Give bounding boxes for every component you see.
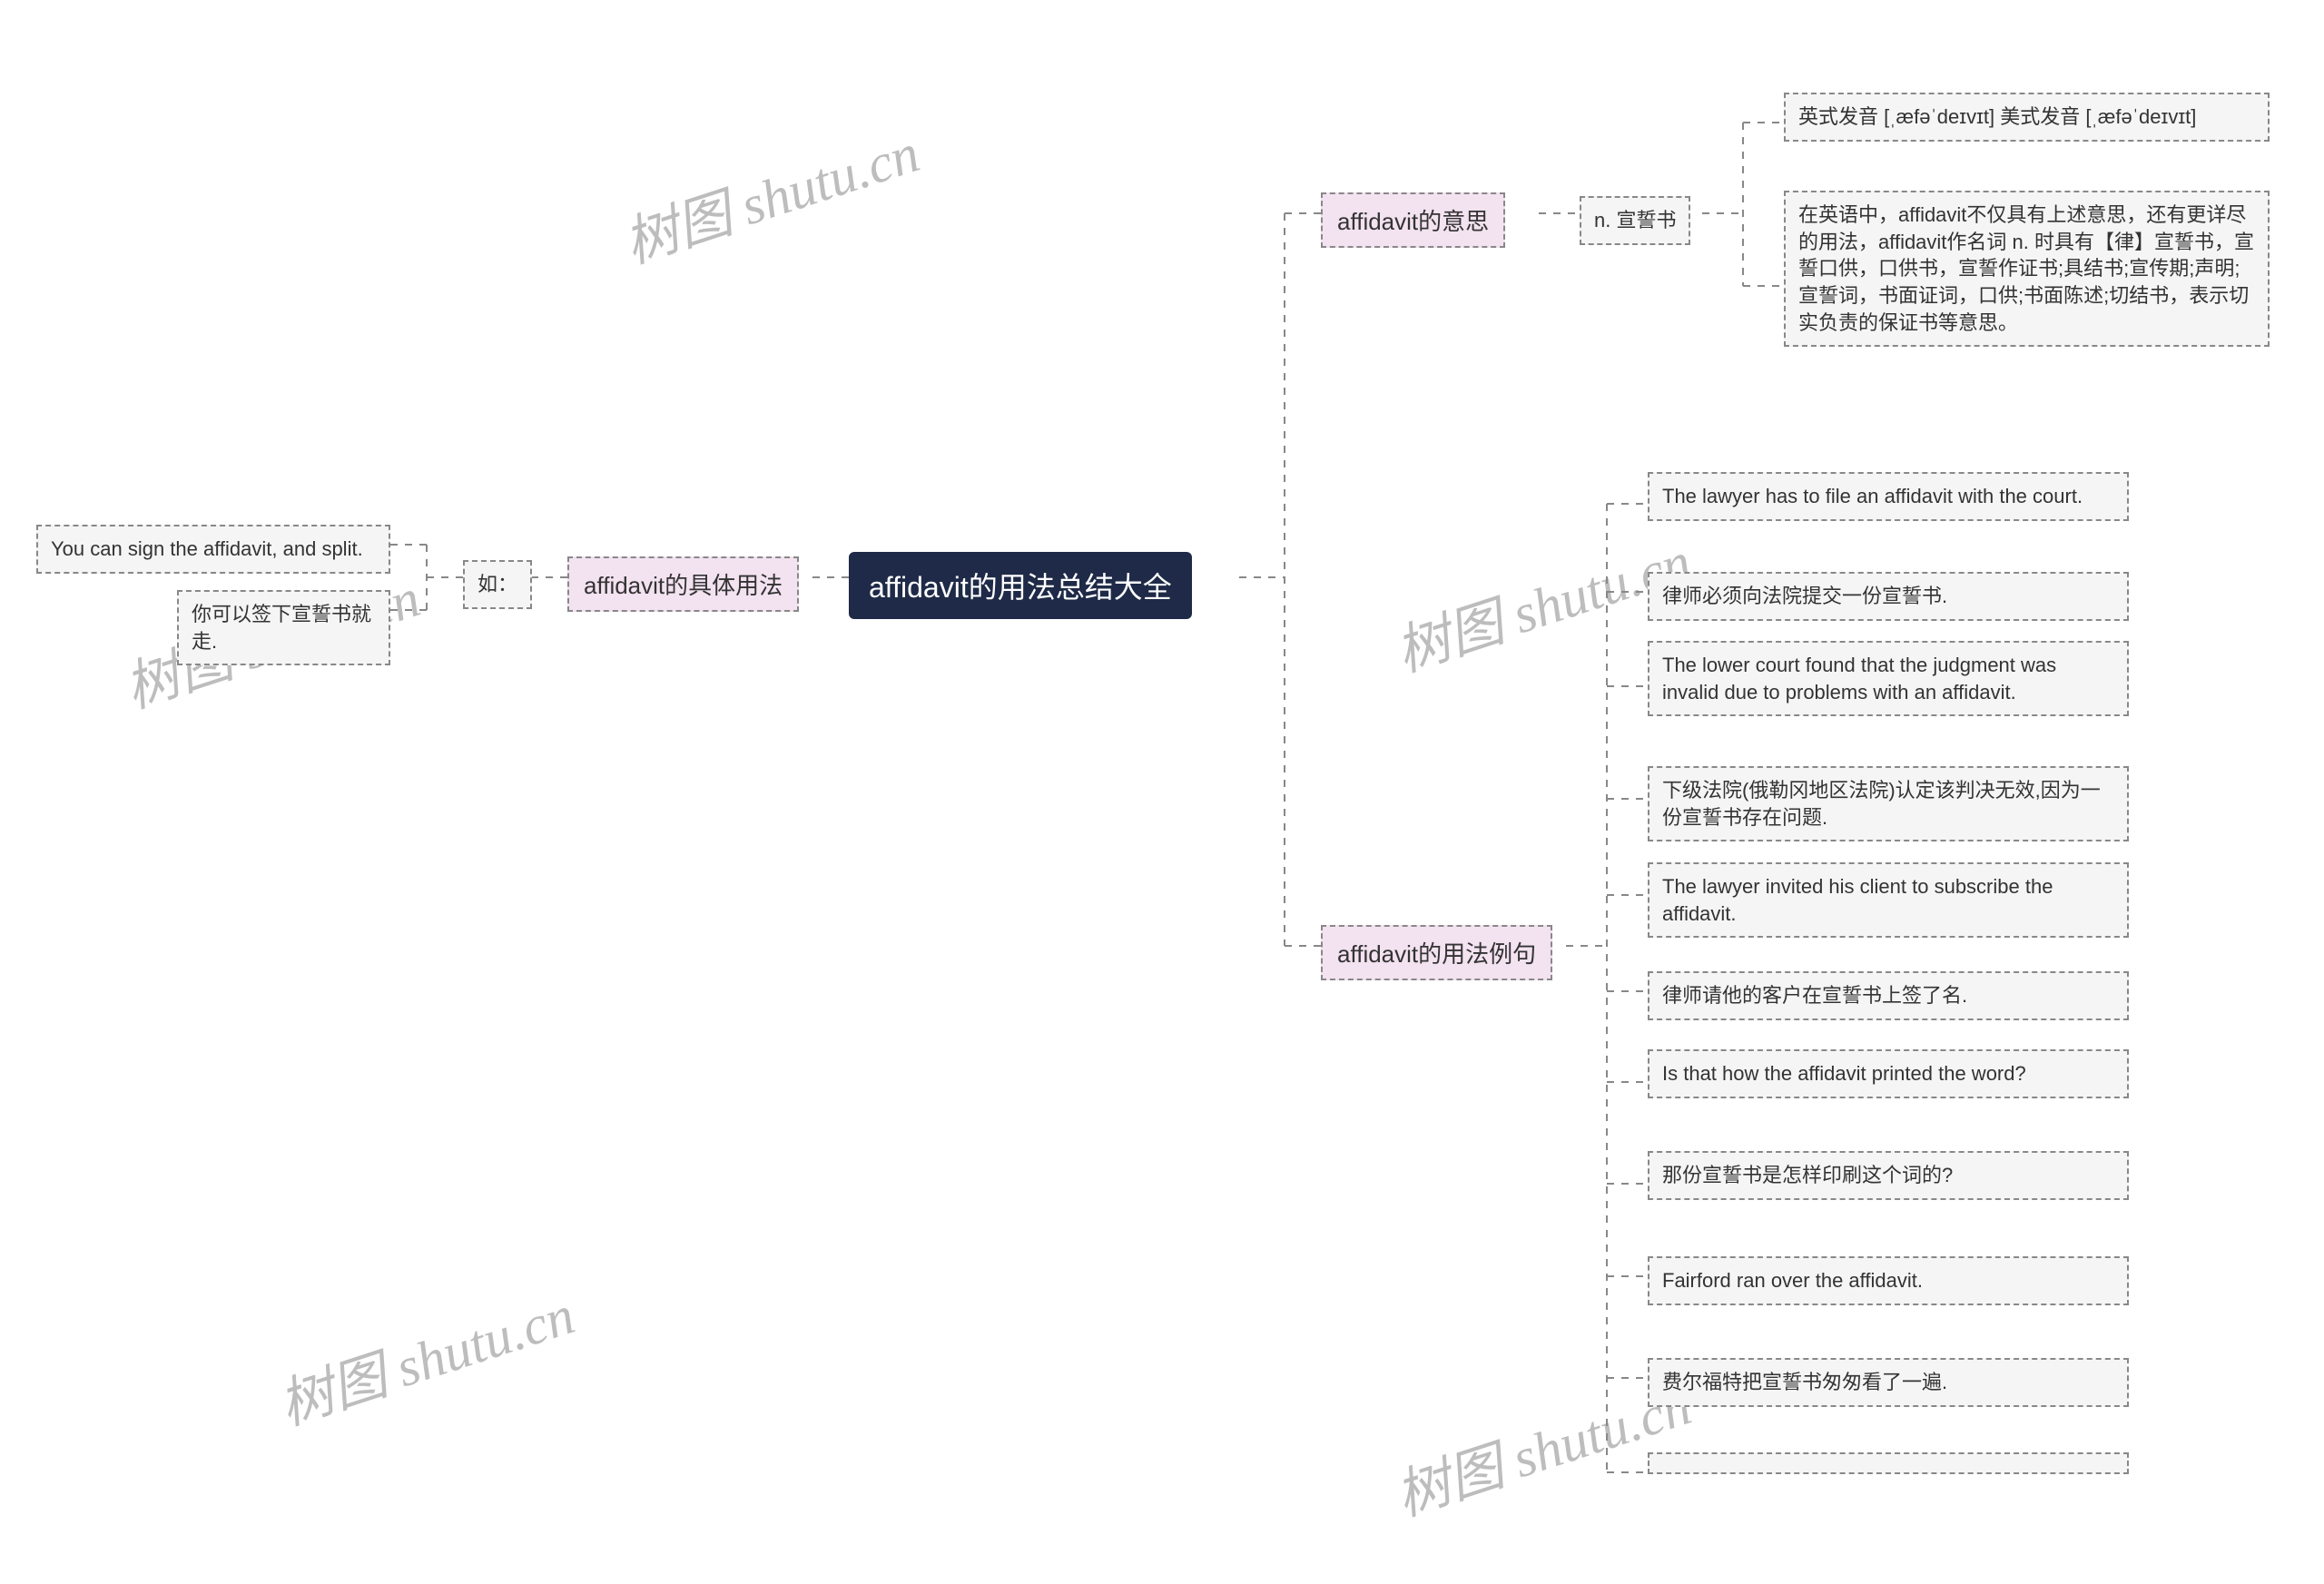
meaning-sub[interactable]: n. 宣誓书 (1580, 196, 1690, 245)
branch-meaning[interactable]: affidavit的意思 (1321, 192, 1505, 248)
usage-leaf-1-text: 你可以签下宣誓书就走. (192, 603, 371, 653)
branch-usage-label: affidavit的具体用法 (584, 572, 783, 599)
example-leaf-1[interactable]: 律师必须向法院提交一份宣誓书. (1648, 572, 2129, 621)
example-leaf-0-text: The lawyer has to file an affidavit with… (1662, 485, 2083, 507)
meaning-leaf-0-text: 英式发音 [ˌæfəˈdeɪvɪt] 美式发音 [ˌæfəˈdeɪvɪt] (1798, 105, 2196, 128)
watermark: 树图 shutu.cn (268, 1271, 583, 1441)
root-title: affidavit的用法总结大全 (869, 571, 1172, 604)
example-leaf-5[interactable]: 律师请他的客户在宣誓书上签了名. (1648, 971, 2129, 1020)
usage-sub-text: 如： (478, 573, 517, 595)
example-leaf-1-text: 律师必须向法院提交一份宣誓书. (1662, 585, 1947, 607)
example-leaf-9[interactable]: 费尔福特把宣誓书匆匆看了一遍. (1648, 1358, 2129, 1407)
example-leaf-2-text: The lower court found that the judgment … (1662, 654, 2056, 703)
example-leaf-6-text: Is that how the affidavit printed the wo… (1662, 1062, 2026, 1085)
example-leaf-9-text: 费尔福特把宣誓书匆匆看了一遍. (1662, 1371, 1947, 1393)
example-leaf-8[interactable]: Fairford ran over the affidavit. (1648, 1256, 2129, 1305)
meaning-leaf-0[interactable]: 英式发音 [ˌæfəˈdeɪvɪt] 美式发音 [ˌæfəˈdeɪvɪt] (1784, 93, 2270, 142)
meaning-leaf-1[interactable]: 在英语中，affidavit不仅具有上述意思，还有更详尽的用法，affidavi… (1784, 191, 2270, 347)
example-leaf-3-text: 下级法院(俄勒冈地区法院)认定该判决无效,因为一份宣誓书存在问题. (1662, 779, 2101, 829)
example-leaf-10[interactable] (1648, 1452, 2129, 1474)
meaning-leaf-1-text: 在英语中，affidavit不仅具有上述意思，还有更详尽的用法，affidavi… (1798, 203, 2254, 334)
branch-usage[interactable]: affidavit的具体用法 (567, 556, 799, 612)
branch-meaning-label: affidavit的意思 (1337, 208, 1489, 235)
example-leaf-5-text: 律师请他的客户在宣誓书上签了名. (1662, 984, 1967, 1007)
example-leaf-7-text: 那份宣誓书是怎样印刷这个词的? (1662, 1164, 1953, 1186)
example-leaf-6[interactable]: Is that how the affidavit printed the wo… (1648, 1049, 2129, 1098)
example-leaf-4-text: The lawyer invited his client to subscri… (1662, 875, 2053, 925)
example-leaf-8-text: Fairford ran over the affidavit. (1662, 1269, 1923, 1292)
example-leaf-0[interactable]: The lawyer has to file an affidavit with… (1648, 472, 2129, 521)
usage-sub[interactable]: 如： (463, 560, 532, 609)
watermark: 树图 shutu.cn (613, 109, 928, 279)
usage-leaf-0-text: You can sign the affidavit, and split. (51, 537, 363, 560)
usage-leaf-0[interactable]: You can sign the affidavit, and split. (36, 525, 390, 574)
meaning-sub-text: n. 宣誓书 (1594, 209, 1676, 231)
root-node[interactable]: affidavit的用法总结大全 (849, 552, 1192, 619)
branch-examples[interactable]: affidavit的用法例句 (1321, 925, 1552, 980)
example-leaf-3[interactable]: 下级法院(俄勒冈地区法院)认定该判决无效,因为一份宣誓书存在问题. (1648, 766, 2129, 841)
usage-leaf-1[interactable]: 你可以签下宣誓书就走. (177, 590, 390, 665)
branch-examples-label: affidavit的用法例句 (1337, 940, 1536, 968)
example-leaf-7[interactable]: 那份宣誓书是怎样印刷这个词的? (1648, 1151, 2129, 1200)
example-leaf-2[interactable]: The lower court found that the judgment … (1648, 641, 2129, 716)
example-leaf-4[interactable]: The lawyer invited his client to subscri… (1648, 862, 2129, 938)
